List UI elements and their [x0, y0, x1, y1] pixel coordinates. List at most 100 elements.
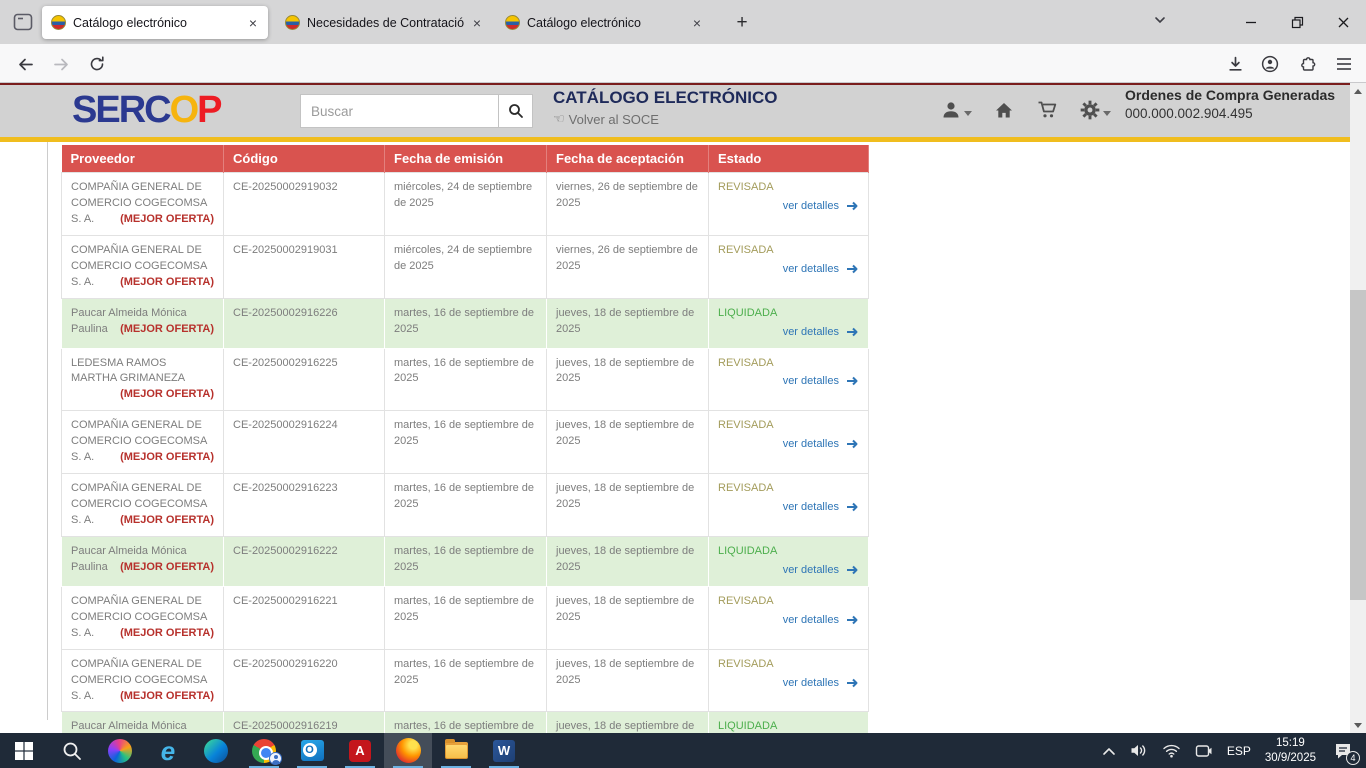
- volume-button[interactable]: [1130, 743, 1148, 758]
- orders-summary: Ordenes de Compra Generadas 000.000.002.…: [1125, 87, 1340, 121]
- volver-al-soce-link[interactable]: ☜Volver al SOCE: [553, 111, 659, 127]
- orders-number: 000.000.002.904.495: [1125, 106, 1340, 121]
- ecuador-coat-favicon: [505, 15, 520, 30]
- home-icon: [994, 100, 1014, 120]
- emission-date: martes, 16 de septiembre de 2025: [385, 348, 547, 411]
- tray-expand-button[interactable]: [1102, 746, 1116, 756]
- status-badge: REVISADA: [718, 243, 859, 259]
- window-close-button[interactable]: [1324, 8, 1362, 36]
- account-icon: [1261, 55, 1279, 73]
- outlook-icon: [301, 740, 324, 761]
- settings-menu-button[interactable]: [1080, 100, 1111, 120]
- action-center-button[interactable]: 4: [1330, 739, 1356, 763]
- close-icon: [1337, 16, 1350, 29]
- column-header: Código: [224, 145, 385, 173]
- taskbar-copilot-button[interactable]: [96, 733, 144, 768]
- ver-detalles-link[interactable]: ver detalles: [718, 613, 859, 629]
- status-badge: REVISADA: [718, 481, 859, 497]
- search-button[interactable]: [498, 95, 532, 127]
- minimize-button[interactable]: [1232, 8, 1270, 36]
- search-input[interactable]: [301, 95, 498, 127]
- scroll-up-arrow[interactable]: [1350, 83, 1366, 99]
- table-row: LEDESMA RAMOS MARTHA GRIMANEZA (MEJOR OF…: [62, 348, 869, 411]
- language-indicator[interactable]: ESP: [1227, 744, 1251, 758]
- taskbar-internet-explorer-button[interactable]: e: [144, 733, 192, 768]
- extensions-button[interactable]: [1296, 53, 1318, 75]
- scrollbar-thumb[interactable]: [1350, 290, 1366, 600]
- taskbar-search-button[interactable]: [48, 733, 96, 768]
- restore-button[interactable]: [1278, 8, 1316, 36]
- acceptance-date: jueves, 18 de septiembre de 2025: [547, 298, 709, 348]
- edge-icon: [204, 739, 228, 763]
- firefox-view-button[interactable]: [8, 9, 38, 35]
- reload-button[interactable]: [86, 53, 108, 75]
- arrow-right-icon: [846, 678, 859, 688]
- orders-table: ProveedorCódigoFecha de emisiónFecha de …: [61, 145, 869, 762]
- start-button[interactable]: [0, 733, 48, 768]
- taskbar-outlook-button[interactable]: [288, 733, 336, 768]
- windows-logo-icon: [15, 742, 33, 760]
- tab-catalogo-electronico-2[interactable]: Catálogo electrónico ×: [496, 6, 712, 39]
- user-menu-button[interactable]: [941, 100, 972, 120]
- list-all-tabs-button[interactable]: [1152, 12, 1168, 33]
- best-offer-badge: (MEJOR OFERTA): [120, 322, 214, 338]
- chevron-down-icon: [964, 111, 972, 116]
- taskbar-firefox-button[interactable]: [384, 733, 432, 768]
- new-tab-button[interactable]: +: [728, 9, 756, 37]
- forward-button[interactable]: [50, 53, 72, 75]
- orders-label: Ordenes de Compra Generadas: [1125, 87, 1340, 103]
- ver-detalles-link[interactable]: ver detalles: [718, 199, 859, 215]
- windows-taskbar: e A W ESP 15:19 30/9/2025: [0, 733, 1366, 768]
- ver-detalles-link[interactable]: ver detalles: [718, 437, 859, 453]
- taskbar-word-button[interactable]: W: [480, 733, 528, 768]
- emission-date: martes, 16 de septiembre de 2025: [385, 586, 547, 649]
- tab-title: Catálogo electrónico: [73, 16, 240, 30]
- tab-close-icon[interactable]: ×: [691, 16, 703, 30]
- best-offer-badge: (MEJOR OFERTA): [120, 626, 214, 642]
- home-button[interactable]: [994, 100, 1014, 120]
- ver-detalles-link[interactable]: ver detalles: [718, 325, 859, 341]
- ver-detalles-link[interactable]: ver detalles: [718, 500, 859, 516]
- order-code: CE-20250002916224: [224, 411, 385, 474]
- wifi-button[interactable]: [1162, 744, 1181, 758]
- acrobat-icon: A: [349, 740, 371, 762]
- best-offer-badge: (MEJOR OFERTA): [120, 450, 214, 466]
- tab-close-icon[interactable]: ×: [247, 16, 259, 30]
- order-code: CE-20250002919031: [224, 235, 385, 298]
- page-scrollbar[interactable]: [1350, 83, 1366, 733]
- acceptance-date: jueves, 18 de septiembre de 2025: [547, 411, 709, 474]
- acceptance-date: viernes, 26 de septiembre de 2025: [547, 173, 709, 236]
- order-code: CE-20250002916225: [224, 348, 385, 411]
- ver-detalles-link[interactable]: ver detalles: [718, 676, 859, 692]
- menu-button[interactable]: [1333, 53, 1355, 75]
- taskbar-file-explorer-button[interactable]: [432, 733, 480, 768]
- tab-catalogo-electronico-1[interactable]: Catálogo electrónico ×: [42, 6, 268, 39]
- ver-detalles-link[interactable]: ver detalles: [718, 262, 859, 278]
- search-icon: [508, 103, 524, 119]
- back-button[interactable]: [14, 53, 36, 75]
- reload-icon: [89, 56, 105, 72]
- ver-detalles-link[interactable]: ver detalles: [718, 374, 859, 390]
- column-header: Fecha de aceptación: [547, 145, 709, 173]
- downloads-button[interactable]: [1224, 53, 1246, 75]
- status-badge: REVISADA: [718, 180, 859, 196]
- browser-tab-strip: Catálogo electrónico × Necesidades de Co…: [0, 0, 1366, 44]
- sercop-logo[interactable]: SERCOP: [72, 91, 221, 129]
- cart-button[interactable]: [1037, 100, 1058, 120]
- arrow-right-icon: [846, 439, 859, 449]
- ver-detalles-link[interactable]: ver detalles: [718, 563, 859, 579]
- tab-close-icon[interactable]: ×: [471, 16, 483, 30]
- taskbar-chrome-button[interactable]: [240, 733, 288, 768]
- account-button[interactable]: [1259, 53, 1281, 75]
- status-badge: REVISADA: [718, 594, 859, 610]
- taskbar-clock[interactable]: 15:19 30/9/2025: [1265, 736, 1316, 766]
- taskbar-edge-button[interactable]: [192, 733, 240, 768]
- copilot-icon: [108, 739, 132, 763]
- tab-necesidades-contratacion[interactable]: Necesidades de Contratación y ×: [276, 6, 492, 39]
- firefox-icon: [396, 738, 421, 763]
- scroll-down-arrow[interactable]: [1350, 717, 1366, 733]
- tab-title: Necesidades de Contratación y: [307, 16, 464, 30]
- meet-now-button[interactable]: [1195, 744, 1213, 758]
- taskbar-acrobat-button[interactable]: A: [336, 733, 384, 768]
- table-row: COMPAÑIA GENERAL DE COMERCIO COGECOMSA S…: [62, 474, 869, 537]
